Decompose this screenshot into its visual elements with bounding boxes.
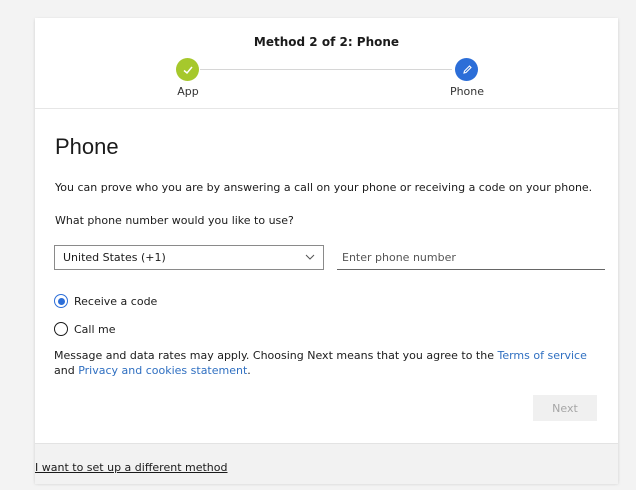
page-title: Phone (55, 134, 119, 159)
pencil-icon (455, 58, 478, 81)
step-connector (200, 69, 452, 70)
progress-stepper: Method 2 of 2: Phone App Phone (35, 18, 618, 109)
phone-question: What phone number would you like to use? (55, 214, 294, 227)
chevron-down-icon (304, 251, 316, 266)
terms-of-service-link[interactable]: Terms of service (497, 349, 586, 362)
phone-number-input[interactable] (337, 245, 605, 270)
country-code-value: United States (+1) (63, 251, 166, 264)
receive-code-option[interactable]: Receive a code (54, 294, 157, 308)
call-me-option[interactable]: Call me (54, 322, 116, 336)
checkmark-icon (176, 58, 199, 81)
footer: I want to set up a different method (35, 443, 618, 484)
country-code-select[interactable]: United States (+1) (54, 245, 324, 270)
rates-notice: Message and data rates may apply. Choosi… (54, 348, 604, 378)
setup-card: Method 2 of 2: Phone App Phone Phone You… (35, 18, 618, 484)
call-me-label: Call me (74, 322, 116, 336)
step-label-phone: Phone (449, 85, 485, 98)
next-button[interactable]: Next (533, 395, 597, 421)
different-method-link[interactable]: I want to set up a different method (35, 461, 228, 474)
notice-prefix: Message and data rates may apply. Choosi… (54, 349, 498, 362)
step-label-app: App (177, 85, 199, 98)
step-title: Method 2 of 2: Phone (253, 35, 400, 49)
notice-middle: and (54, 364, 79, 377)
privacy-statement-link[interactable]: Privacy and cookies statement (78, 364, 247, 377)
notice-suffix: . (247, 364, 251, 377)
description-text: You can prove who you are by answering a… (55, 181, 593, 194)
receive-code-radio[interactable] (54, 294, 68, 308)
call-me-radio[interactable] (54, 322, 68, 336)
receive-code-label: Receive a code (74, 294, 158, 308)
